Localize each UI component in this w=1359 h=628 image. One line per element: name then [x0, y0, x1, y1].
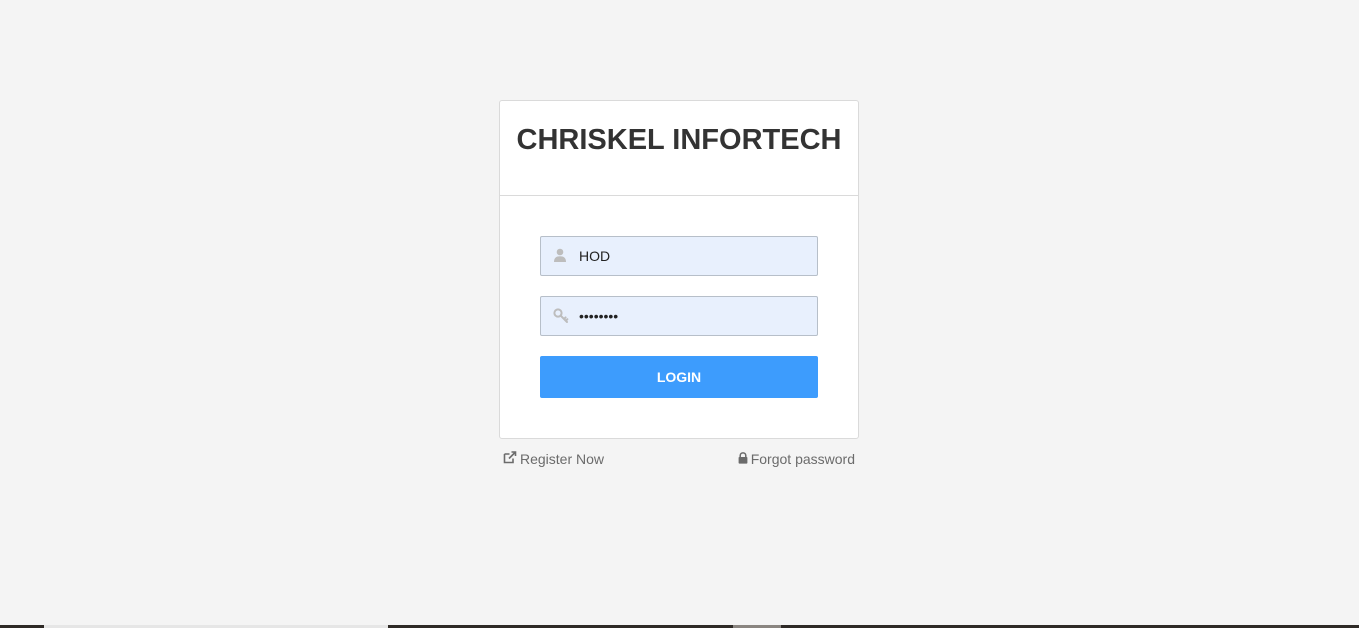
- username-field[interactable]: [540, 236, 818, 276]
- card-header: CHRISKEL INFORTECH: [500, 101, 858, 196]
- username-input[interactable]: [579, 237, 809, 275]
- footer-links: Register Now Forgot password: [503, 451, 855, 469]
- brand-title: CHRISKEL INFORTECH: [516, 123, 842, 156]
- lock-icon: [738, 451, 751, 467]
- user-icon: [553, 248, 569, 264]
- password-input[interactable]: [579, 297, 809, 335]
- key-icon: [553, 308, 569, 324]
- forgot-password-label: Forgot password: [750, 451, 855, 467]
- external-link-icon: [503, 451, 520, 467]
- password-field[interactable]: [540, 296, 818, 336]
- register-link[interactable]: Register Now: [503, 451, 604, 467]
- login-button[interactable]: LOGIN: [540, 356, 818, 398]
- login-card: CHRISKEL INFORTECH LOGIN: [499, 100, 859, 439]
- register-label: Register Now: [520, 451, 605, 467]
- forgot-password-link[interactable]: Forgot password: [738, 451, 855, 467]
